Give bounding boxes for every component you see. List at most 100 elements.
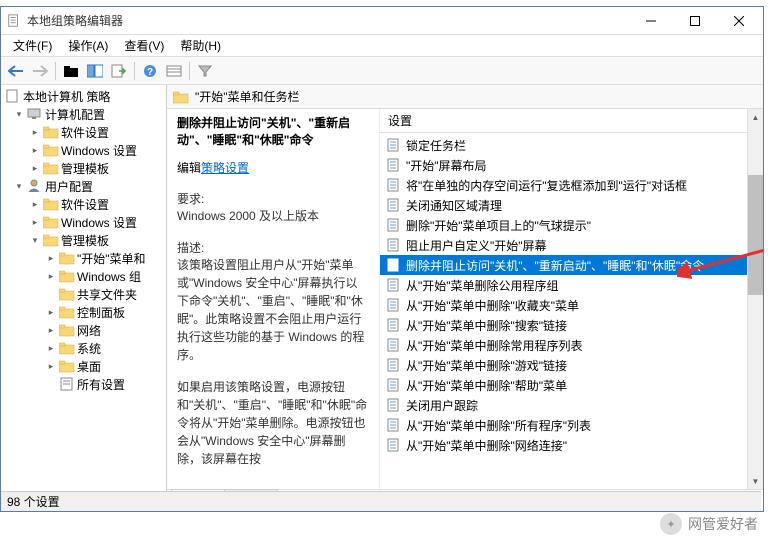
expander-icon[interactable]: ▸	[29, 126, 41, 138]
expander-icon[interactable]: ▸	[29, 144, 41, 156]
help-button[interactable]: ?	[139, 60, 161, 82]
filter-button[interactable]	[194, 60, 216, 82]
setting-label: 删除"开始"菜单项目上的"气球提示"	[406, 217, 591, 234]
description-pane: 删除并阻止访问"关机"、"重新启动"、"睡眠"和"休眠"命令 编辑策略设置 要求…	[167, 109, 380, 489]
expander-icon[interactable]: ▾	[13, 180, 25, 192]
setting-item[interactable]: 删除并阻止访问"关机"、"重新启动"、"睡眠"和"休眠"命令	[380, 255, 763, 275]
requirements-value: Windows 2000 及以上版本	[177, 207, 369, 225]
setting-item[interactable]: 从"开始"菜单删除公用程序组	[380, 275, 763, 295]
tree-windows-components[interactable]: ▸Windows 组	[1, 267, 166, 285]
expander-icon[interactable]: ▸	[29, 216, 41, 228]
forward-button[interactable]	[29, 60, 51, 82]
svg-text:?: ?	[147, 67, 153, 78]
menu-view[interactable]: 查看(V)	[116, 35, 172, 56]
setting-item[interactable]: 阻止用户自定义"开始"屏幕	[380, 235, 763, 255]
scroll-down-icon[interactable]: ▼	[748, 473, 763, 489]
window-title: 本地组策略编辑器	[27, 12, 629, 29]
export-button[interactable]	[108, 60, 130, 82]
up-button[interactable]	[60, 60, 82, 82]
column-header-setting[interactable]: 设置	[380, 109, 763, 133]
setting-item[interactable]: 关闭用户跟踪	[380, 395, 763, 415]
path-bar: "开始"菜单和任务栏	[167, 85, 763, 109]
menu-help[interactable]: 帮助(H)	[172, 35, 229, 56]
expander-icon[interactable]: ▸	[29, 198, 41, 210]
titlebar: 本地组策略编辑器	[1, 7, 763, 35]
properties-button[interactable]	[163, 60, 185, 82]
setting-item[interactable]: 从"开始"菜单中删除"搜索"链接	[380, 315, 763, 335]
policy-title: 删除并阻止访问"关机"、"重新启动"、"睡眠"和"休眠"命令	[177, 115, 369, 149]
setting-item[interactable]: 从"开始"菜单中删除"所有程序"列表	[380, 415, 763, 435]
tree-comp-windows[interactable]: ▸Windows 设置	[1, 141, 166, 159]
menubar: 文件(F) 操作(A) 查看(V) 帮助(H)	[1, 35, 763, 57]
close-button[interactable]	[717, 8, 761, 34]
maximize-button[interactable]	[673, 8, 717, 34]
setting-label: 从"开始"菜单中删除"收藏夹"菜单	[406, 297, 579, 314]
expander-icon[interactable]: ▸	[45, 252, 57, 264]
tree-comp-software[interactable]: ▸软件设置	[1, 123, 166, 141]
setting-item[interactable]: "开始"屏幕布局	[380, 155, 763, 175]
description-text-2: 如果启用该策略设置，电源按钮和"关机"、"重启"、"睡眠"和"休眠"命令将从"开…	[177, 378, 369, 468]
setting-label: 从"开始"菜单中删除常用程序列表	[406, 337, 583, 354]
setting-item[interactable]: 从"开始"菜单中删除"收藏夹"菜单	[380, 295, 763, 315]
edit-policy-link[interactable]: 策略设置	[201, 161, 249, 175]
toolbar: ?	[1, 57, 763, 85]
back-button[interactable]	[5, 60, 27, 82]
expander-icon[interactable]: ▸	[45, 324, 57, 336]
setting-item[interactable]: 从"开始"菜单中删除"网络连接"	[380, 435, 763, 455]
setting-label: 从"开始"菜单中删除"游戏"链接	[406, 357, 567, 374]
expander-icon[interactable]: ▸	[45, 342, 57, 354]
setting-item[interactable]: 从"开始"菜单中删除"帮助"菜单	[380, 375, 763, 395]
menu-action[interactable]: 操作(A)	[60, 35, 116, 56]
detail-pane: "开始"菜单和任务栏 删除并阻止访问"关机"、"重新启动"、"睡眠"和"休眠"命…	[167, 85, 763, 511]
watermark: ✦ 网管爱好者	[660, 513, 758, 535]
setting-label: 阻止用户自定义"开始"屏幕	[406, 237, 547, 254]
tree-user-config[interactable]: ▾用户配置	[1, 177, 166, 195]
tree-shared-folders[interactable]: 共享文件夹	[1, 285, 166, 303]
content-area: 本地计算机 策略 ▾计算机配置 ▸软件设置 ▸Windows 设置 ▸管理模板 …	[1, 85, 763, 511]
requirements-label: 要求:	[177, 190, 369, 207]
setting-item[interactable]: 从"开始"菜单中删除"游戏"链接	[380, 355, 763, 375]
view-toggle-button[interactable]	[84, 60, 106, 82]
expander-icon[interactable]: ▸	[45, 270, 57, 282]
setting-label: 关闭用户跟踪	[406, 397, 478, 414]
tree-start-menu[interactable]: ▸"开始"菜单和	[1, 249, 166, 267]
tree-comp-templates[interactable]: ▸管理模板	[1, 159, 166, 177]
tree-user-software[interactable]: ▸软件设置	[1, 195, 166, 213]
scroll-thumb[interactable]	[748, 175, 763, 295]
expander-icon[interactable]: ▸	[45, 306, 57, 318]
tree-desktop[interactable]: ▸桌面	[1, 357, 166, 375]
tree-pane[interactable]: 本地计算机 策略 ▾计算机配置 ▸软件设置 ▸Windows 设置 ▸管理模板 …	[1, 85, 167, 511]
tree-user-templates[interactable]: ▾管理模板	[1, 231, 166, 249]
statusbar: 98 个设置	[1, 491, 761, 511]
expander-icon[interactable]: ▾	[29, 234, 41, 246]
expander-icon[interactable]: ▾	[13, 108, 25, 120]
folder-icon	[173, 90, 189, 104]
tree-root[interactable]: 本地计算机 策略	[1, 87, 166, 105]
setting-item[interactable]: 将"在单独的内存空间运行"复选框添加到"运行"对话框	[380, 175, 763, 195]
setting-label: 删除并阻止访问"关机"、"重新启动"、"睡眠"和"休眠"命令	[406, 257, 704, 274]
setting-label: 从"开始"菜单中删除"搜索"链接	[406, 317, 567, 334]
menu-file[interactable]: 文件(F)	[5, 35, 60, 56]
setting-item[interactable]: 删除"开始"菜单项目上的"气球提示"	[380, 215, 763, 235]
list-scrollbar[interactable]: ▲ ▼	[747, 109, 763, 489]
tree-network[interactable]: ▸网络	[1, 321, 166, 339]
setting-item[interactable]: 关闭通知区域清理	[380, 195, 763, 215]
setting-item[interactable]: 从"开始"菜单中删除常用程序列表	[380, 335, 763, 355]
setting-label: 从"开始"菜单中删除"网络连接"	[406, 437, 567, 454]
tree-control-panel[interactable]: ▸控制面板	[1, 303, 166, 321]
setting-label: 从"开始"菜单中删除"帮助"菜单	[406, 377, 567, 394]
tree-user-windows[interactable]: ▸Windows 设置	[1, 213, 166, 231]
setting-label: 锁定任务栏	[406, 137, 466, 154]
gpedit-window: 本地组策略编辑器 文件(F) 操作(A) 查看(V) 帮助(H) ? 本地计算机…	[0, 6, 764, 512]
setting-label: "开始"屏幕布局	[406, 157, 487, 174]
app-icon	[7, 13, 21, 29]
tree-all-settings[interactable]: 所有设置	[1, 375, 166, 393]
tree-system[interactable]: ▸系统	[1, 339, 166, 357]
settings-list-pane[interactable]: 设置 锁定任务栏 "开始"屏幕布局将"在单独的内存空间运行"复选框添加到"运行"对…	[380, 109, 763, 489]
minimize-button[interactable]	[629, 8, 673, 34]
scroll-up-icon[interactable]: ▲	[748, 109, 763, 125]
expander-icon[interactable]: ▸	[29, 162, 41, 174]
tree-computer-config[interactable]: ▾计算机配置	[1, 105, 166, 123]
setting-item[interactable]: 锁定任务栏	[380, 135, 763, 155]
expander-icon[interactable]: ▸	[45, 360, 57, 372]
